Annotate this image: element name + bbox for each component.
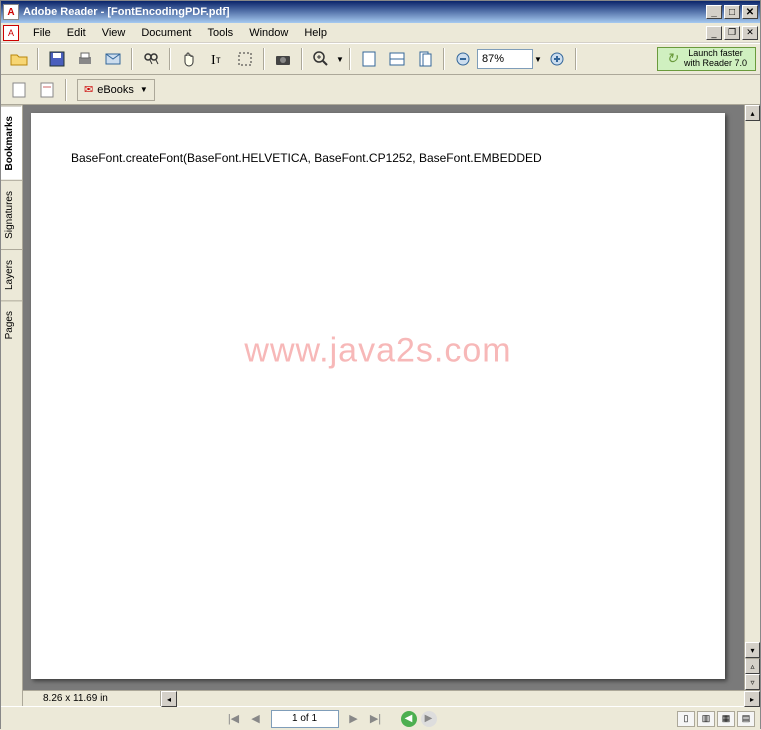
vertical-scrollbar[interactable]: ▴ ▾ ▵ ▿ (744, 105, 760, 690)
close-button[interactable]: ✕ (742, 5, 758, 19)
menu-document[interactable]: Document (133, 25, 199, 41)
hscroll-track[interactable] (177, 691, 744, 706)
doc-title: [FontEncodingPDF.pdf] (107, 6, 229, 18)
zoom-in-dropdown[interactable]: ▼ (335, 55, 345, 64)
sidebar-tab-pages[interactable]: Pages (1, 300, 22, 349)
mdi-close-button[interactable]: ✕ (742, 26, 758, 40)
actual-size-button[interactable] (413, 47, 437, 71)
statusbar: |◀ ◀ ▶ ▶| ◀ ▶ ▯ ▥ ▦ ▤ (1, 706, 760, 730)
app-title: Adobe Reader (23, 6, 98, 18)
ebooks-label: eBooks (97, 84, 134, 96)
nav-forward-button[interactable]: ▶ (421, 711, 437, 727)
scroll-up-button[interactable]: ▴ (745, 105, 760, 121)
menubar: A File Edit View Document Tools Window H… (1, 23, 760, 43)
fit-page-button[interactable] (357, 47, 381, 71)
first-page-button[interactable]: |◀ (224, 710, 244, 728)
page-up-button[interactable]: ▵ (745, 658, 760, 674)
mdi-restore-button[interactable]: ❐ (724, 26, 740, 40)
select-button[interactable] (233, 47, 257, 71)
promo-line2: with Reader 7.0 (684, 59, 747, 69)
promo-icon: ↻ (666, 51, 678, 66)
page-nav-group: |◀ ◀ ▶ ▶| ◀ ▶ (223, 710, 439, 728)
menu-view[interactable]: View (94, 25, 134, 41)
open-button[interactable] (7, 47, 31, 71)
toolbar-main: Iт ▼ ▼ ↻ Launch faster with Reader 7.0 (1, 43, 760, 75)
zoom-input[interactable] (477, 49, 533, 69)
svg-text:т: т (216, 55, 221, 66)
zoom-out-button[interactable] (451, 47, 475, 71)
scroll-track[interactable] (745, 121, 760, 642)
last-page-button[interactable]: ▶| (366, 710, 386, 728)
single-page-button[interactable]: ▯ (677, 711, 695, 727)
snapshot-button[interactable] (271, 47, 295, 71)
sidebar-tab-signatures[interactable]: Signatures (1, 180, 22, 249)
page-icon-1[interactable] (7, 78, 31, 102)
save-button[interactable] (45, 47, 69, 71)
menu-window[interactable]: Window (241, 25, 296, 41)
maximize-button[interactable]: □ (724, 5, 740, 19)
mdi-minimize-button[interactable]: _ (706, 26, 722, 40)
minimize-button[interactable]: _ (706, 5, 722, 19)
content-area: Bookmarks Signatures Layers Pages BaseFo… (1, 105, 760, 706)
email-button[interactable] (101, 47, 125, 71)
document-viewport: BaseFont.createFont(BaseFont.HELVETICA, … (23, 105, 760, 690)
menu-tools[interactable]: Tools (200, 25, 242, 41)
menu-help[interactable]: Help (296, 25, 335, 41)
page-dimensions: 8.26 x 11.69 in (23, 691, 161, 706)
prev-page-button[interactable]: ◀ (246, 710, 266, 728)
fit-width-button[interactable] (385, 47, 409, 71)
zoom-plus-button[interactable] (545, 47, 569, 71)
ebooks-button[interactable]: ✉ eBooks ▼ (77, 79, 155, 101)
pdf-page: BaseFont.createFont(BaseFont.HELVETICA, … (31, 113, 725, 679)
page-icon-2[interactable] (35, 78, 59, 102)
chevron-down-icon: ▼ (140, 85, 148, 94)
page-number-input[interactable] (271, 710, 339, 728)
ebooks-icon: ✉ (84, 83, 93, 96)
sidebar: Bookmarks Signatures Layers Pages (1, 105, 23, 706)
sidebar-tab-layers[interactable]: Layers (1, 249, 22, 300)
horizontal-scrollbar-row: 8.26 x 11.69 in ◂ ▸ (23, 690, 760, 706)
hand-tool-button[interactable] (177, 47, 201, 71)
print-button[interactable] (73, 47, 97, 71)
page-down-button[interactable]: ▿ (745, 674, 760, 690)
pdf-icon: A (3, 25, 19, 41)
zoom-dropdown[interactable]: ▼ (533, 55, 543, 64)
document-scroll[interactable]: BaseFont.createFont(BaseFont.HELVETICA, … (23, 105, 744, 690)
page-layout-group: ▯ ▥ ▦ ▤ (676, 711, 756, 727)
menu-file[interactable]: File (25, 25, 59, 41)
scroll-left-button[interactable]: ◂ (161, 691, 177, 707)
scroll-right-button[interactable]: ▸ (744, 691, 760, 707)
nav-back-button[interactable]: ◀ (401, 711, 417, 727)
search-button[interactable] (139, 47, 163, 71)
app-icon: A (3, 4, 19, 20)
next-page-button[interactable]: ▶ (344, 710, 364, 728)
zoom-in-button[interactable] (309, 47, 333, 71)
toolbar-secondary: ✉ eBooks ▼ (1, 75, 760, 105)
titlebar: A Adobe Reader - [FontEncodingPDF.pdf] _… (1, 1, 760, 23)
facing-button[interactable]: ▦ (717, 711, 735, 727)
text-select-button[interactable]: Iт (205, 47, 229, 71)
promo-banner[interactable]: ↻ Launch faster with Reader 7.0 (657, 47, 756, 71)
watermark: www.java2s.com (244, 331, 511, 370)
page-text-line: BaseFont.createFont(BaseFont.HELVETICA, … (71, 151, 685, 165)
scroll-down-button[interactable]: ▾ (745, 642, 760, 658)
continuous-button[interactable]: ▥ (697, 711, 715, 727)
continuous-facing-button[interactable]: ▤ (737, 711, 755, 727)
menu-edit[interactable]: Edit (59, 25, 94, 41)
sidebar-tab-bookmarks[interactable]: Bookmarks (1, 105, 22, 180)
horizontal-scrollbar[interactable]: ◂ ▸ (161, 691, 760, 706)
